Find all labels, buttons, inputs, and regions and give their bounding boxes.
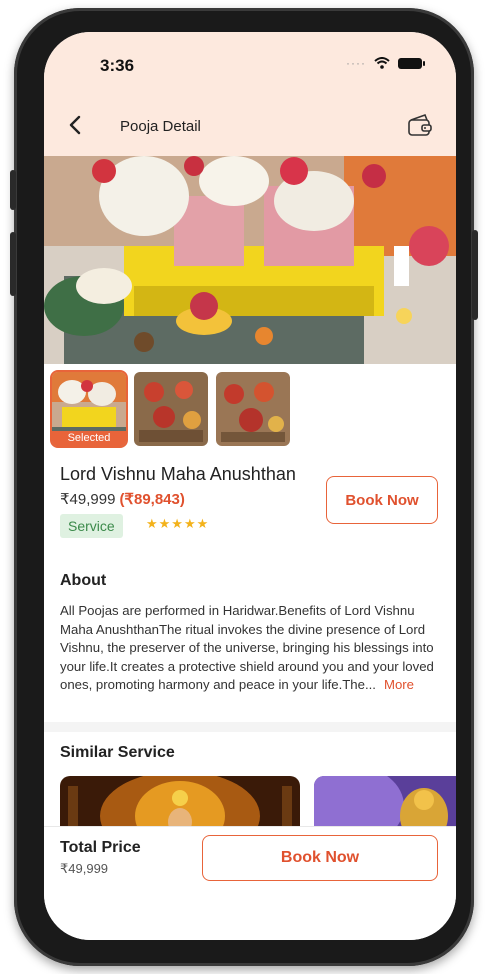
rating-stars: ★★★★★ bbox=[146, 516, 210, 531]
section-divider bbox=[44, 722, 456, 732]
app-screen: 3:36 ···· Pooja Detail Selected Lord Vis… bbox=[44, 32, 456, 940]
thumbnail-strip: Selected bbox=[50, 370, 290, 448]
similar-service-heading: Similar Service bbox=[60, 744, 175, 761]
total-price-value: ₹49,999 bbox=[60, 861, 109, 876]
signal-dots: ···· bbox=[346, 56, 366, 70]
back-arrow-icon[interactable] bbox=[66, 114, 84, 136]
wifi-icon bbox=[374, 57, 390, 69]
selected-tag: Selected bbox=[52, 431, 126, 446]
thumbnail-1[interactable]: Selected bbox=[50, 370, 128, 448]
top-bar: 3:36 ···· Pooja Detail bbox=[44, 32, 456, 156]
about-heading: About bbox=[60, 572, 107, 589]
pooja-hero-image bbox=[44, 156, 456, 364]
service-badge: Service bbox=[60, 514, 123, 538]
current-price: ₹49,999 bbox=[60, 491, 116, 508]
price-row: ₹49,999 (₹89,843) bbox=[60, 490, 185, 508]
total-price-label: Total Price bbox=[60, 839, 141, 856]
phone-side-button bbox=[472, 230, 478, 320]
phone-side-button bbox=[10, 232, 16, 296]
status-time: 3:36 bbox=[100, 56, 135, 75]
bottom-bar: Total Price ₹49,999 Book Now bbox=[44, 826, 456, 940]
about-description: All Poojas are performed in Haridwar.Ben… bbox=[60, 602, 436, 695]
wallet-icon[interactable] bbox=[406, 112, 434, 138]
thumbnail-image bbox=[134, 372, 208, 446]
battery-icon bbox=[398, 57, 425, 69]
more-link[interactable]: More bbox=[384, 677, 414, 692]
thumbnail-2[interactable] bbox=[134, 372, 208, 446]
phone-side-button bbox=[10, 170, 16, 210]
about-text: All Poojas are performed in Haridwar.Ben… bbox=[60, 603, 434, 693]
service-title: Lord Vishnu Maha Anushthan bbox=[60, 464, 296, 484]
page-title: Pooja Detail bbox=[120, 118, 201, 135]
book-now-button[interactable]: Book Now bbox=[326, 476, 438, 524]
thumbnail-3[interactable] bbox=[216, 372, 290, 446]
original-price: (₹89,843) bbox=[119, 491, 185, 508]
status-icons: ···· bbox=[346, 56, 425, 70]
book-now-bottom-button[interactable]: Book Now bbox=[202, 835, 438, 881]
thumbnail-image bbox=[216, 372, 290, 446]
